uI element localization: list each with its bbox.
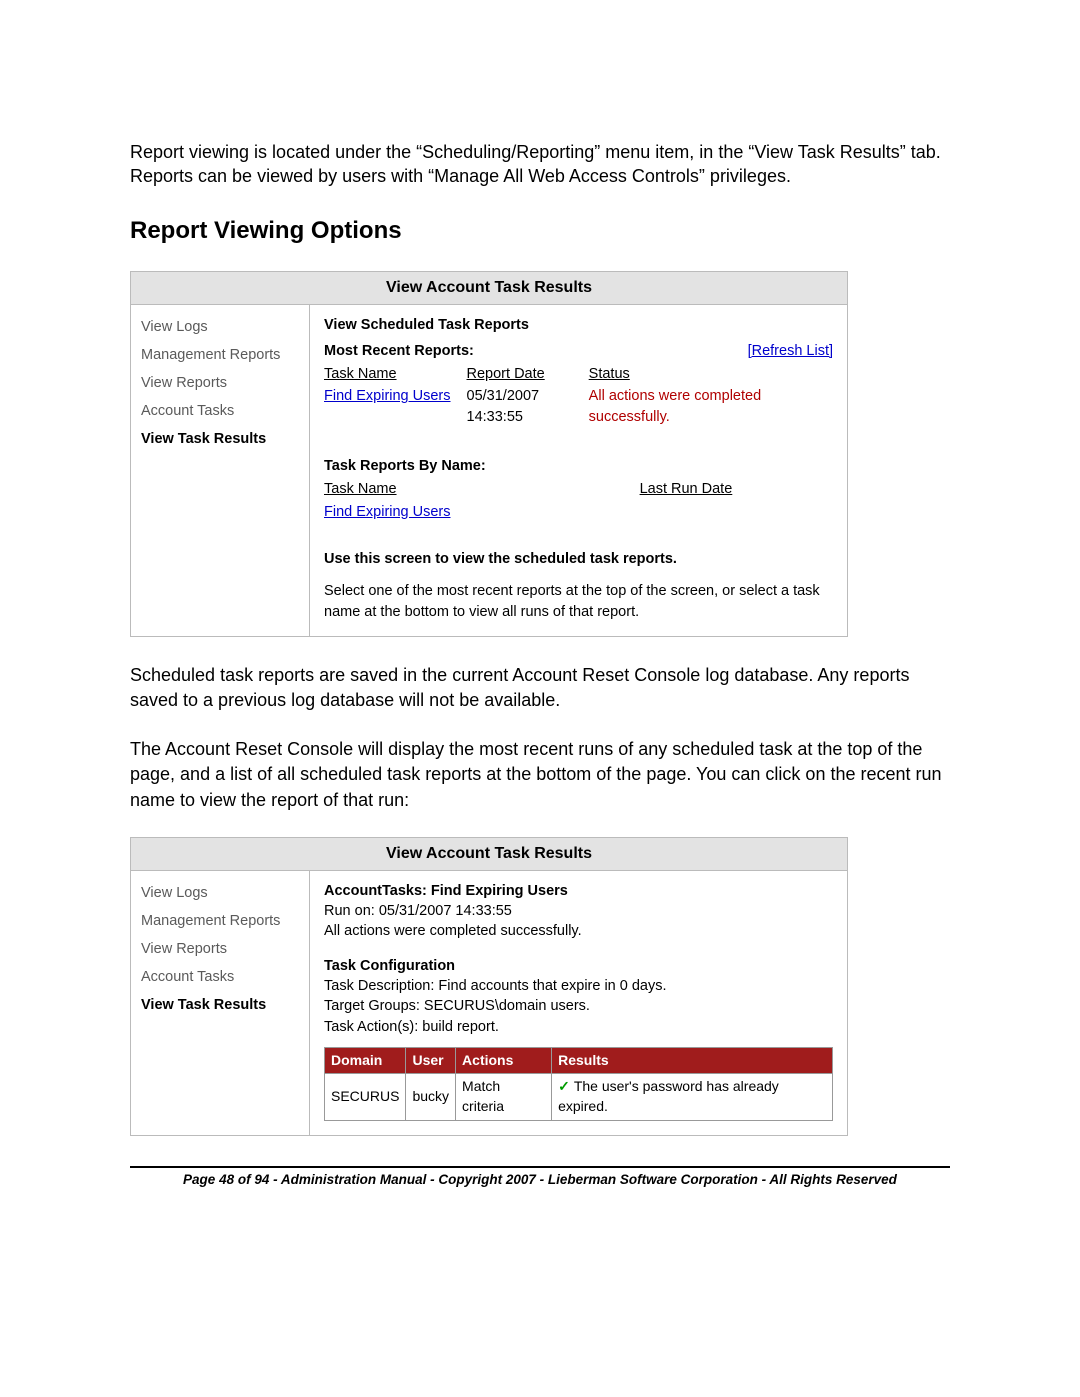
section-heading: Report Viewing Options [130, 217, 950, 245]
refresh-list-link[interactable]: [Refresh List] [748, 341, 833, 361]
col-status: Status [589, 363, 833, 385]
sidebar-item-view-reports[interactable]: View Reports [131, 935, 309, 963]
th-results: Results [552, 1047, 833, 1074]
cell-actions: Match criteria [456, 1074, 552, 1120]
help-text: Select one of the most recent reports at… [324, 581, 833, 622]
intro-paragraph: Report viewing is located under the “Sch… [130, 140, 950, 189]
cell-domain: SECURUS [325, 1074, 406, 1120]
sidebar-item-view-logs[interactable]: View Logs [131, 313, 309, 341]
panel-header: View Account Task Results [131, 838, 847, 871]
mid-paragraph-2: The Account Reset Console will display t… [130, 737, 950, 813]
panel-header: View Account Task Results [131, 272, 847, 305]
sidebar-item-account-tasks[interactable]: Account Tasks [131, 963, 309, 991]
sidebar-item-view-logs[interactable]: View Logs [131, 879, 309, 907]
help-bold: Use this screen to view the scheduled ta… [324, 549, 833, 569]
detail-status: All actions were completed successfully. [324, 921, 833, 941]
sidebar-item-view-task-results[interactable]: View Task Results [131, 991, 309, 1019]
table-header-row: Domain User Actions Results [325, 1047, 833, 1074]
detail-title: AccountTasks: Find Expiring Users [324, 881, 833, 901]
th-domain: Domain [325, 1047, 406, 1074]
task-config-label: Task Configuration [324, 956, 833, 976]
cell-results-text: The user's password has already expired. [558, 1078, 779, 1114]
sidebar: View Logs Management Reports View Report… [131, 871, 310, 1135]
col-report-date: Report Date [467, 363, 589, 385]
task-actions: Task Action(s): build report. [324, 1017, 833, 1037]
task-by-name-link[interactable]: Find Expiring Users [324, 504, 451, 520]
recent-report-link[interactable]: Find Expiring Users [324, 388, 451, 404]
page-footer: Page 48 of 94 - Administration Manual - … [130, 1166, 950, 1187]
recent-report-status: All actions were completed successfully. [589, 385, 833, 428]
recent-report-date: 05/31/2007 14:33:55 [467, 385, 589, 428]
task-description: Task Description: Find accounts that exp… [324, 976, 833, 996]
mid-paragraph-1: Scheduled task reports are saved in the … [130, 663, 950, 713]
detail-run-on: Run on: 05/31/2007 14:33:55 [324, 901, 833, 921]
panel-content: AccountTasks: Find Expiring Users Run on… [310, 871, 847, 1135]
panel-view-task-results-2: View Account Task Results View Logs Mana… [130, 837, 848, 1136]
task-target-groups: Target Groups: SECURUS\domain users. [324, 996, 833, 1016]
by-name-label: Task Reports By Name: [324, 456, 833, 476]
most-recent-label: Most Recent Reports: [324, 341, 474, 361]
cell-user: bucky [406, 1074, 456, 1120]
table-row: SECURUS bucky Match criteria ✓The user's… [325, 1074, 833, 1120]
cell-results: ✓The user's password has already expired… [552, 1074, 833, 1120]
panel-view-task-results-1: View Account Task Results View Logs Mana… [130, 271, 848, 637]
sidebar-item-view-reports[interactable]: View Reports [131, 369, 309, 397]
results-table: Domain User Actions Results SECURUS buck… [324, 1047, 833, 1121]
sidebar-item-management-reports[interactable]: Management Reports [131, 907, 309, 935]
sidebar-item-view-task-results[interactable]: View Task Results [131, 425, 309, 453]
col-task-name-2: Task Name [324, 478, 640, 500]
th-user: User [406, 1047, 456, 1074]
sidebar: View Logs Management Reports View Report… [131, 305, 310, 636]
sidebar-item-account-tasks[interactable]: Account Tasks [131, 397, 309, 425]
th-actions: Actions [456, 1047, 552, 1074]
sidebar-item-management-reports[interactable]: Management Reports [131, 341, 309, 369]
panel-content: View Scheduled Task Reports Most Recent … [310, 305, 847, 636]
col-last-run-date: Last Run Date [640, 478, 833, 500]
col-task-name: Task Name [324, 363, 467, 385]
checkmark-icon: ✓ [558, 1078, 570, 1094]
content-title: View Scheduled Task Reports [324, 315, 833, 335]
